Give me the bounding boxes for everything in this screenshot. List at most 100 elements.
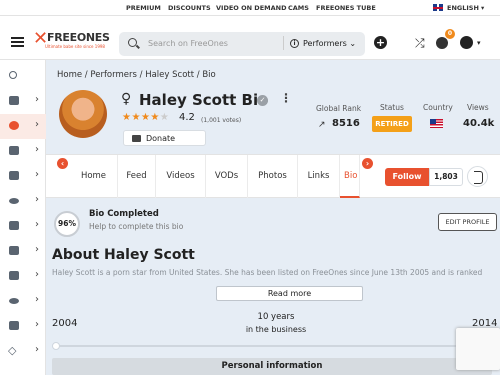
- avatar[interactable]: [59, 90, 107, 138]
- tab-home[interactable]: Home: [70, 155, 118, 198]
- chevron-right-icon: ›: [35, 219, 39, 230]
- tab-vods[interactable]: VODs: [206, 155, 248, 198]
- sidebar-item-feed[interactable]: ›: [0, 214, 46, 239]
- chevron-down-icon[interactable]: ▾: [481, 4, 484, 12]
- chevron-left-icon[interactable]: ‹: [57, 158, 68, 169]
- chevron-right-icon: ›: [35, 244, 39, 255]
- search-category-select[interactable]: Performers ⌄: [303, 39, 356, 48]
- chevron-right-icon: ›: [35, 269, 39, 280]
- page-title: Haley Scott Bio: [139, 91, 269, 109]
- search-icon[interactable]: [128, 38, 137, 47]
- sidebar-item-videos[interactable]: ›: [0, 164, 46, 189]
- feed-icon: [9, 221, 19, 230]
- edit-profile-button[interactable]: EDIT PROFILE: [438, 213, 497, 231]
- recaptcha-badge[interactable]: [456, 328, 500, 370]
- career-duration: 10 years: [257, 312, 295, 322]
- sidebar: › › › › › › › › › › ◇ ›: [0, 60, 46, 375]
- search-input[interactable]: Search on FreeOnes: [148, 39, 228, 48]
- star-icon[interactable]: ★: [150, 112, 159, 123]
- about-text: Haley Scott is a porn star from United S…: [52, 268, 483, 277]
- uk-flag-icon[interactable]: [433, 4, 443, 11]
- breadcrumb-home[interactable]: Home: [57, 70, 82, 80]
- news-icon: [9, 96, 19, 105]
- search-icon: [9, 71, 17, 79]
- sidebar-item-forum[interactable]: ›: [0, 314, 46, 339]
- coin-count-badge: 0: [445, 29, 455, 39]
- star-icon[interactable]: ★: [160, 112, 169, 123]
- rating-stars[interactable]: ★★★★★: [122, 112, 169, 123]
- chevron-right-icon: ›: [35, 194, 39, 205]
- status-label: Status: [380, 103, 404, 112]
- bio-completed-subtitle: Help to complete this bio: [89, 222, 184, 231]
- trend-icon: ↗: [318, 120, 326, 130]
- personal-information-header[interactable]: Personal information: [52, 358, 492, 375]
- chevron-down-icon: ⌄: [349, 39, 357, 48]
- photos-icon: [9, 146, 19, 155]
- sidebar-item-games[interactable]: ›: [0, 289, 46, 314]
- sidebar-item-premium[interactable]: ◇ ›: [0, 339, 46, 364]
- chevron-right-icon[interactable]: ›: [362, 158, 373, 169]
- breadcrumb-performer[interactable]: Haley Scott: [145, 70, 194, 80]
- topbar-link-cams[interactable]: CAMS: [288, 4, 309, 12]
- us-flag-icon[interactable]: [430, 119, 443, 128]
- tab-feed[interactable]: Feed: [118, 155, 156, 198]
- sidebar-item-photos[interactable]: ›: [0, 139, 46, 164]
- search-category-label: Performers: [303, 39, 347, 48]
- sidebar-item-search[interactable]: [0, 64, 46, 89]
- chevron-right-icon: ›: [35, 344, 39, 355]
- info-icon[interactable]: i: [290, 39, 299, 48]
- sidebar-item-news[interactable]: ›: [0, 89, 46, 114]
- forum-icon: [9, 321, 19, 330]
- timeline-start-dot: [52, 342, 60, 350]
- main-content: Home / Performers / Haley Scott / Bio ♀ …: [46, 60, 500, 375]
- tab-bio[interactable]: Bio: [340, 155, 360, 198]
- topbar-link-tube[interactable]: FREEONES TUBE: [316, 4, 376, 12]
- add-icon[interactable]: +: [374, 36, 387, 49]
- coins-icon[interactable]: [436, 37, 448, 49]
- views-value: 40.4k: [463, 118, 495, 129]
- topbar-link-discounts[interactable]: DISCOUNTS: [168, 4, 211, 12]
- breadcrumb-performers[interactable]: Performers: [90, 70, 137, 80]
- tab-links[interactable]: Links: [298, 155, 340, 198]
- tab-bar: ‹ Home Feed Videos VODs Photos Links Bio…: [46, 154, 500, 198]
- header: ✕ FREEONES Ultimate babe site since 1998…: [0, 16, 500, 60]
- sidebar-item-vod[interactable]: ›: [0, 239, 46, 264]
- read-more-button[interactable]: Read more: [216, 286, 363, 301]
- star-icon[interactable]: ★: [131, 112, 140, 123]
- chevron-down-icon[interactable]: ▾: [477, 39, 481, 47]
- search-divider: [283, 36, 284, 50]
- language-selector[interactable]: ENGLISH: [447, 4, 479, 12]
- global-rank-value: 8516: [332, 118, 360, 129]
- shuffle-icon[interactable]: ⤮: [415, 36, 425, 51]
- links-icon: [9, 198, 19, 204]
- more-options-icon[interactable]: ⋮: [280, 91, 292, 105]
- logo[interactable]: ✕ FREEONES Ultimate babe site since 1998: [33, 30, 111, 52]
- sidebar-item-chat[interactable]: ›: [0, 264, 46, 289]
- status-badge: RETIRED: [372, 116, 412, 132]
- menu-icon[interactable]: [11, 37, 24, 39]
- donate-button[interactable]: Donate: [123, 130, 206, 146]
- sidebar-item-links[interactable]: ›: [0, 189, 46, 214]
- diamond-icon: ◇: [8, 344, 17, 357]
- tab-photos[interactable]: Photos: [248, 155, 298, 198]
- rating-value: 4.2: [179, 112, 195, 123]
- share-icon[interactable]: [467, 166, 488, 187]
- career-duration-caption: in the business: [245, 325, 307, 334]
- topbar-link-vod[interactable]: VIDEO ON DEMAND: [216, 4, 286, 12]
- logo-tagline: Ultimate babe site since 1998: [45, 44, 105, 49]
- user-avatar-icon[interactable]: [460, 36, 473, 49]
- donate-label: Donate: [146, 134, 176, 143]
- star-icon[interactable]: ★: [141, 112, 150, 123]
- chevron-right-icon: ›: [35, 144, 39, 155]
- tab-videos[interactable]: Videos: [156, 155, 206, 198]
- chevron-right-icon: ›: [35, 94, 39, 105]
- career-start-year: 2004: [52, 318, 78, 329]
- logo-text: FREEONES: [47, 31, 110, 44]
- sidebar-item-performers[interactable]: ›: [0, 114, 46, 139]
- verified-icon: ✓: [257, 95, 268, 106]
- chevron-right-icon: ›: [35, 319, 39, 330]
- topbar-link-premium[interactable]: PREMIUM: [126, 4, 161, 12]
- follow-button[interactable]: Follow: [385, 168, 429, 186]
- bio-completion-ring: 96%: [54, 211, 80, 237]
- gift-icon: [132, 135, 141, 142]
